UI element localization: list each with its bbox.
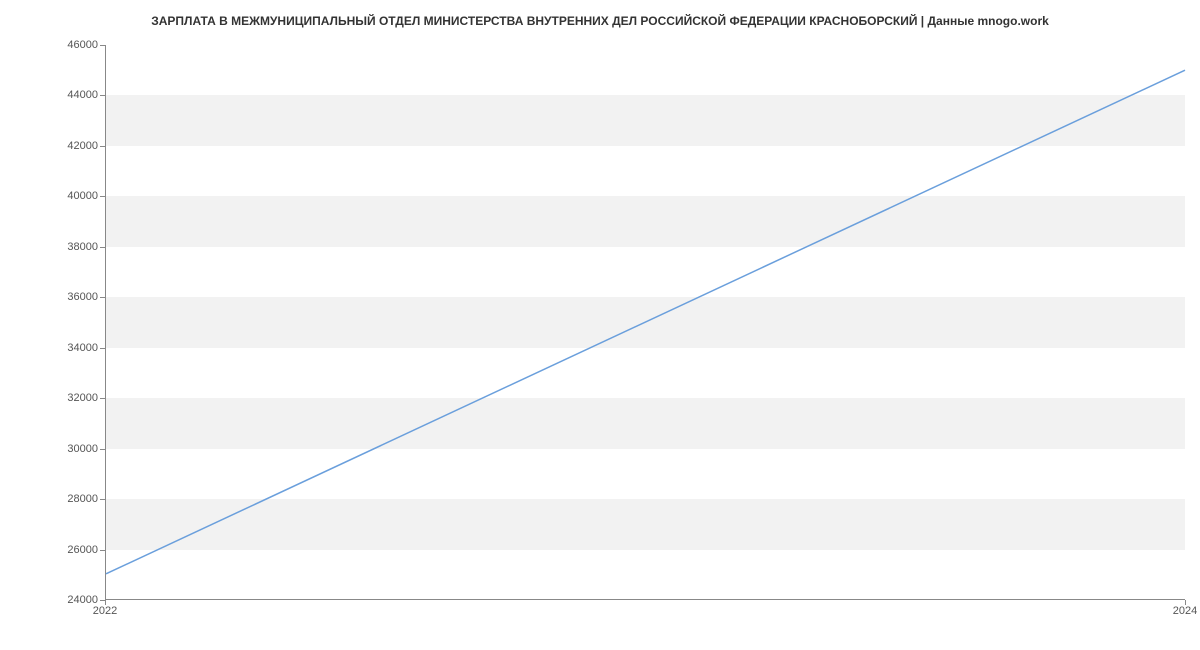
y-tick-label: 44000: [67, 89, 98, 101]
y-tick-label: 30000: [67, 443, 98, 455]
x-tick-mark: [105, 600, 106, 605]
y-tick-mark: [100, 499, 105, 500]
y-tick-label: 26000: [67, 544, 98, 556]
y-tick-mark: [100, 550, 105, 551]
y-tick-label: 34000: [67, 342, 98, 354]
y-tick-mark: [100, 247, 105, 248]
y-tick-label: 38000: [67, 241, 98, 253]
data-line: [106, 70, 1185, 574]
y-tick-mark: [100, 45, 105, 46]
y-tick-label: 32000: [67, 392, 98, 404]
y-tick-label: 36000: [67, 291, 98, 303]
y-tick-mark: [100, 449, 105, 450]
x-tick-mark: [1185, 600, 1186, 605]
y-tick-mark: [100, 297, 105, 298]
x-tick-label: 2024: [1173, 605, 1197, 617]
line-series: [106, 45, 1185, 599]
y-tick-label: 28000: [67, 493, 98, 505]
x-tick-label: 2022: [93, 605, 117, 617]
chart-container: ЗАРПЛАТА В МЕЖМУНИЦИПАЛЬНЫЙ ОТДЕЛ МИНИСТ…: [0, 0, 1200, 650]
y-tick-label: 46000: [67, 39, 98, 51]
plot-area: [105, 45, 1185, 600]
y-tick-label: 40000: [67, 190, 98, 202]
y-tick-mark: [100, 398, 105, 399]
y-tick-mark: [100, 196, 105, 197]
y-tick-label: 42000: [67, 140, 98, 152]
chart-title: ЗАРПЛАТА В МЕЖМУНИЦИПАЛЬНЫЙ ОТДЕЛ МИНИСТ…: [0, 14, 1200, 28]
y-tick-mark: [100, 348, 105, 349]
y-tick-mark: [100, 146, 105, 147]
y-tick-mark: [100, 95, 105, 96]
